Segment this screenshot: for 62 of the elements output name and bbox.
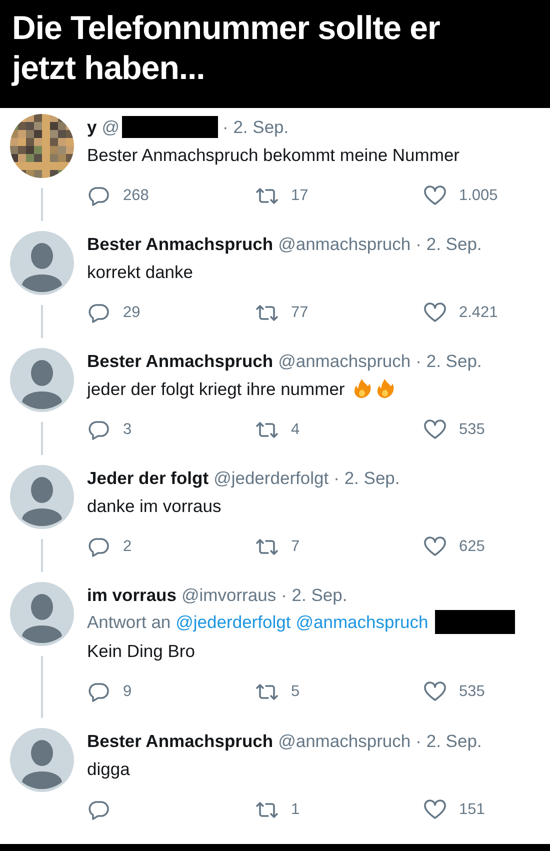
user-handle[interactable]: @imvorraus xyxy=(181,584,276,606)
user-handle[interactable]: @anmachspruch xyxy=(278,730,411,752)
retweet-count: 4 xyxy=(291,421,300,439)
like-count: 151 xyxy=(459,801,485,819)
avatar-icon[interactable] xyxy=(10,728,74,792)
like-icon[interactable] xyxy=(423,184,447,208)
tweet-text: Kein Ding Bro xyxy=(87,640,195,662)
reply-icon[interactable] xyxy=(87,301,111,325)
tweet-text: digga xyxy=(87,758,130,780)
reply-count: 29 xyxy=(123,304,140,322)
user-name[interactable]: Bester Anmachspruch xyxy=(87,350,274,372)
tweet-text: korrekt danke xyxy=(87,262,194,282)
retweet-count: 17 xyxy=(291,187,308,205)
mention-link[interactable]: @anmachspruch xyxy=(296,612,428,632)
retweet-count: 7 xyxy=(291,538,300,556)
retweet-count: 77 xyxy=(291,304,308,322)
tweet-date[interactable]: · 2. Sep. xyxy=(334,468,400,488)
retweet-count: 5 xyxy=(291,683,300,701)
user-handle[interactable]: @anmachspruch xyxy=(278,350,411,372)
avatar-icon[interactable] xyxy=(10,348,74,412)
reply-count: 2 xyxy=(123,538,132,556)
reply-icon[interactable] xyxy=(87,798,111,822)
user-handle[interactable]: @ xyxy=(102,116,120,138)
avatar-icon[interactable] xyxy=(10,582,74,646)
like-count: 535 xyxy=(459,421,485,439)
reply-icon[interactable] xyxy=(87,418,111,442)
reply-count: 268 xyxy=(123,187,149,205)
user-name[interactable]: y xyxy=(87,116,97,138)
tweet-text: jeder der folgt kriegt ihre nummer xyxy=(87,378,345,400)
avatar-icon[interactable] xyxy=(10,465,74,529)
like-count: 1.005 xyxy=(459,187,498,205)
avatar-icon[interactable] xyxy=(10,231,74,295)
like-icon[interactable] xyxy=(423,798,447,822)
user-name[interactable]: Bester Anmachspruch xyxy=(87,730,274,752)
like-count: 535 xyxy=(459,683,485,701)
tweet-date[interactable]: · 2. Sep. xyxy=(416,350,482,372)
user-handle[interactable]: @jederderfolgt xyxy=(214,468,329,488)
headline: Die Telefonnummer sollte er jetzt haben... xyxy=(12,8,441,88)
user-name[interactable]: Jeder der folgt xyxy=(87,468,209,488)
mention-link[interactable]: @jederderfolgt xyxy=(176,612,291,632)
tweet-date[interactable]: · 2. Sep. xyxy=(281,584,348,606)
tweet-date[interactable]: · 2. Sep. xyxy=(222,116,289,138)
like-count: 2.421 xyxy=(459,304,498,322)
like-icon[interactable] xyxy=(423,535,447,559)
reply-icon[interactable] xyxy=(87,184,111,208)
like-icon[interactable] xyxy=(423,418,447,442)
user-name[interactable]: Bester Anmachspruch xyxy=(87,234,274,254)
tweet-date[interactable]: · 2. Sep. xyxy=(416,234,482,254)
tweet-text: Bester Anmachspruch bekommt meine Nummer xyxy=(87,144,460,166)
tweet-date[interactable]: · 2. Sep. xyxy=(416,730,482,752)
reply-icon[interactable] xyxy=(87,535,111,559)
like-icon[interactable] xyxy=(423,301,447,325)
reply-label: Antwort an xyxy=(87,612,171,632)
reply-count: 3 xyxy=(123,421,132,439)
tweet-text: danke im vorraus xyxy=(87,496,222,516)
retweet-count: 1 xyxy=(291,801,300,819)
user-handle[interactable]: @anmachspruch xyxy=(278,234,411,254)
reply-icon[interactable] xyxy=(87,680,111,704)
like-icon[interactable] xyxy=(423,680,447,704)
user-name[interactable]: im vorraus xyxy=(87,584,176,606)
like-count: 625 xyxy=(459,538,485,556)
reply-count: 9 xyxy=(123,683,132,701)
